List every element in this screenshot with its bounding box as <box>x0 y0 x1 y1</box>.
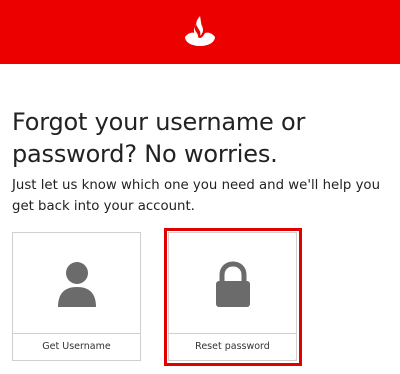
get-username-button[interactable]: Get Username <box>12 232 141 361</box>
reset-password-button[interactable]: Reset password <box>168 232 297 361</box>
get-username-label: Get Username <box>13 333 140 360</box>
lock-icon <box>169 233 296 333</box>
header-bar <box>0 0 400 64</box>
flame-logo-icon[interactable] <box>183 14 217 48</box>
page-title: Forgot your username or password? No wor… <box>12 108 306 168</box>
page-description: Just let us know which one you need and … <box>12 178 380 214</box>
user-icon <box>13 233 140 333</box>
reset-password-label: Reset password <box>169 333 296 360</box>
